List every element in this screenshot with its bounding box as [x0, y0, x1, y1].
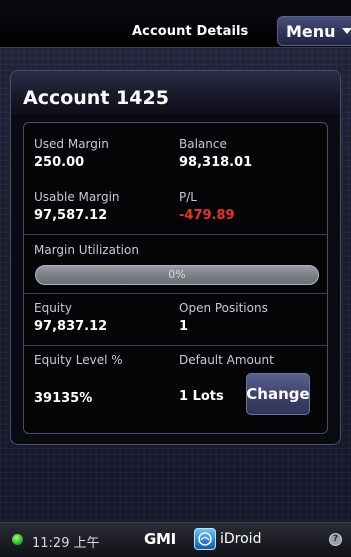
margin-utilization-label: Margin Utilization — [34, 243, 139, 257]
account-title: Account 1425 — [23, 87, 169, 109]
default-amount-value: 1 Lots — [179, 389, 224, 404]
divider — [24, 345, 327, 346]
usable-margin-value: 97,587.12 — [34, 208, 108, 223]
equity-level-label: Equity Level % — [34, 353, 123, 367]
open-positions-label: Open Positions — [179, 301, 268, 315]
balance-label: Balance — [179, 137, 227, 151]
pl-value: -479.89 — [179, 208, 235, 223]
balance-value: 98,318.01 — [179, 155, 253, 170]
divider — [24, 234, 327, 235]
menu-button[interactable]: Menu — [277, 16, 351, 46]
open-positions-value: 1 — [179, 319, 189, 334]
status-time: 11:29 上午 — [32, 536, 100, 551]
chevron-down-icon — [341, 28, 351, 34]
info-icon[interactable]: ? — [329, 533, 342, 546]
menu-button-label: Menu — [286, 21, 336, 41]
account-panel: Account 1425 Used Margin 250.00 Balance … — [10, 70, 341, 445]
default-amount-label: Default Amount — [179, 353, 274, 367]
status-indicator-icon — [12, 534, 23, 545]
divider — [24, 293, 327, 294]
change-button[interactable]: Change — [246, 373, 310, 415]
used-margin-label: Used Margin — [34, 137, 109, 151]
account-panel-header: Account 1425 — [11, 71, 340, 115]
pl-label: P/L — [179, 190, 197, 204]
page-title: Account Details — [132, 24, 249, 39]
app-header: Account Details Menu — [0, 0, 351, 48]
used-margin-value: 250.00 — [34, 155, 85, 170]
account-details-card: Used Margin 250.00 Balance 98,318.01 Usa… — [23, 122, 328, 434]
usable-margin-label: Usable Margin — [34, 190, 120, 204]
margin-utilization-bar: 0% — [35, 265, 319, 285]
gmi-logo: GMI — [144, 530, 176, 548]
app-name: iDroid — [220, 531, 262, 547]
equity-value: 97,837.12 — [34, 319, 108, 334]
equity-level-value: 39135% — [34, 391, 93, 406]
idroid-logo-icon — [194, 528, 216, 550]
margin-utilization-percent: 0% — [168, 268, 186, 281]
equity-label: Equity — [34, 301, 72, 315]
status-bar: 11:29 上午 GMI iDroid ? — [0, 522, 351, 557]
